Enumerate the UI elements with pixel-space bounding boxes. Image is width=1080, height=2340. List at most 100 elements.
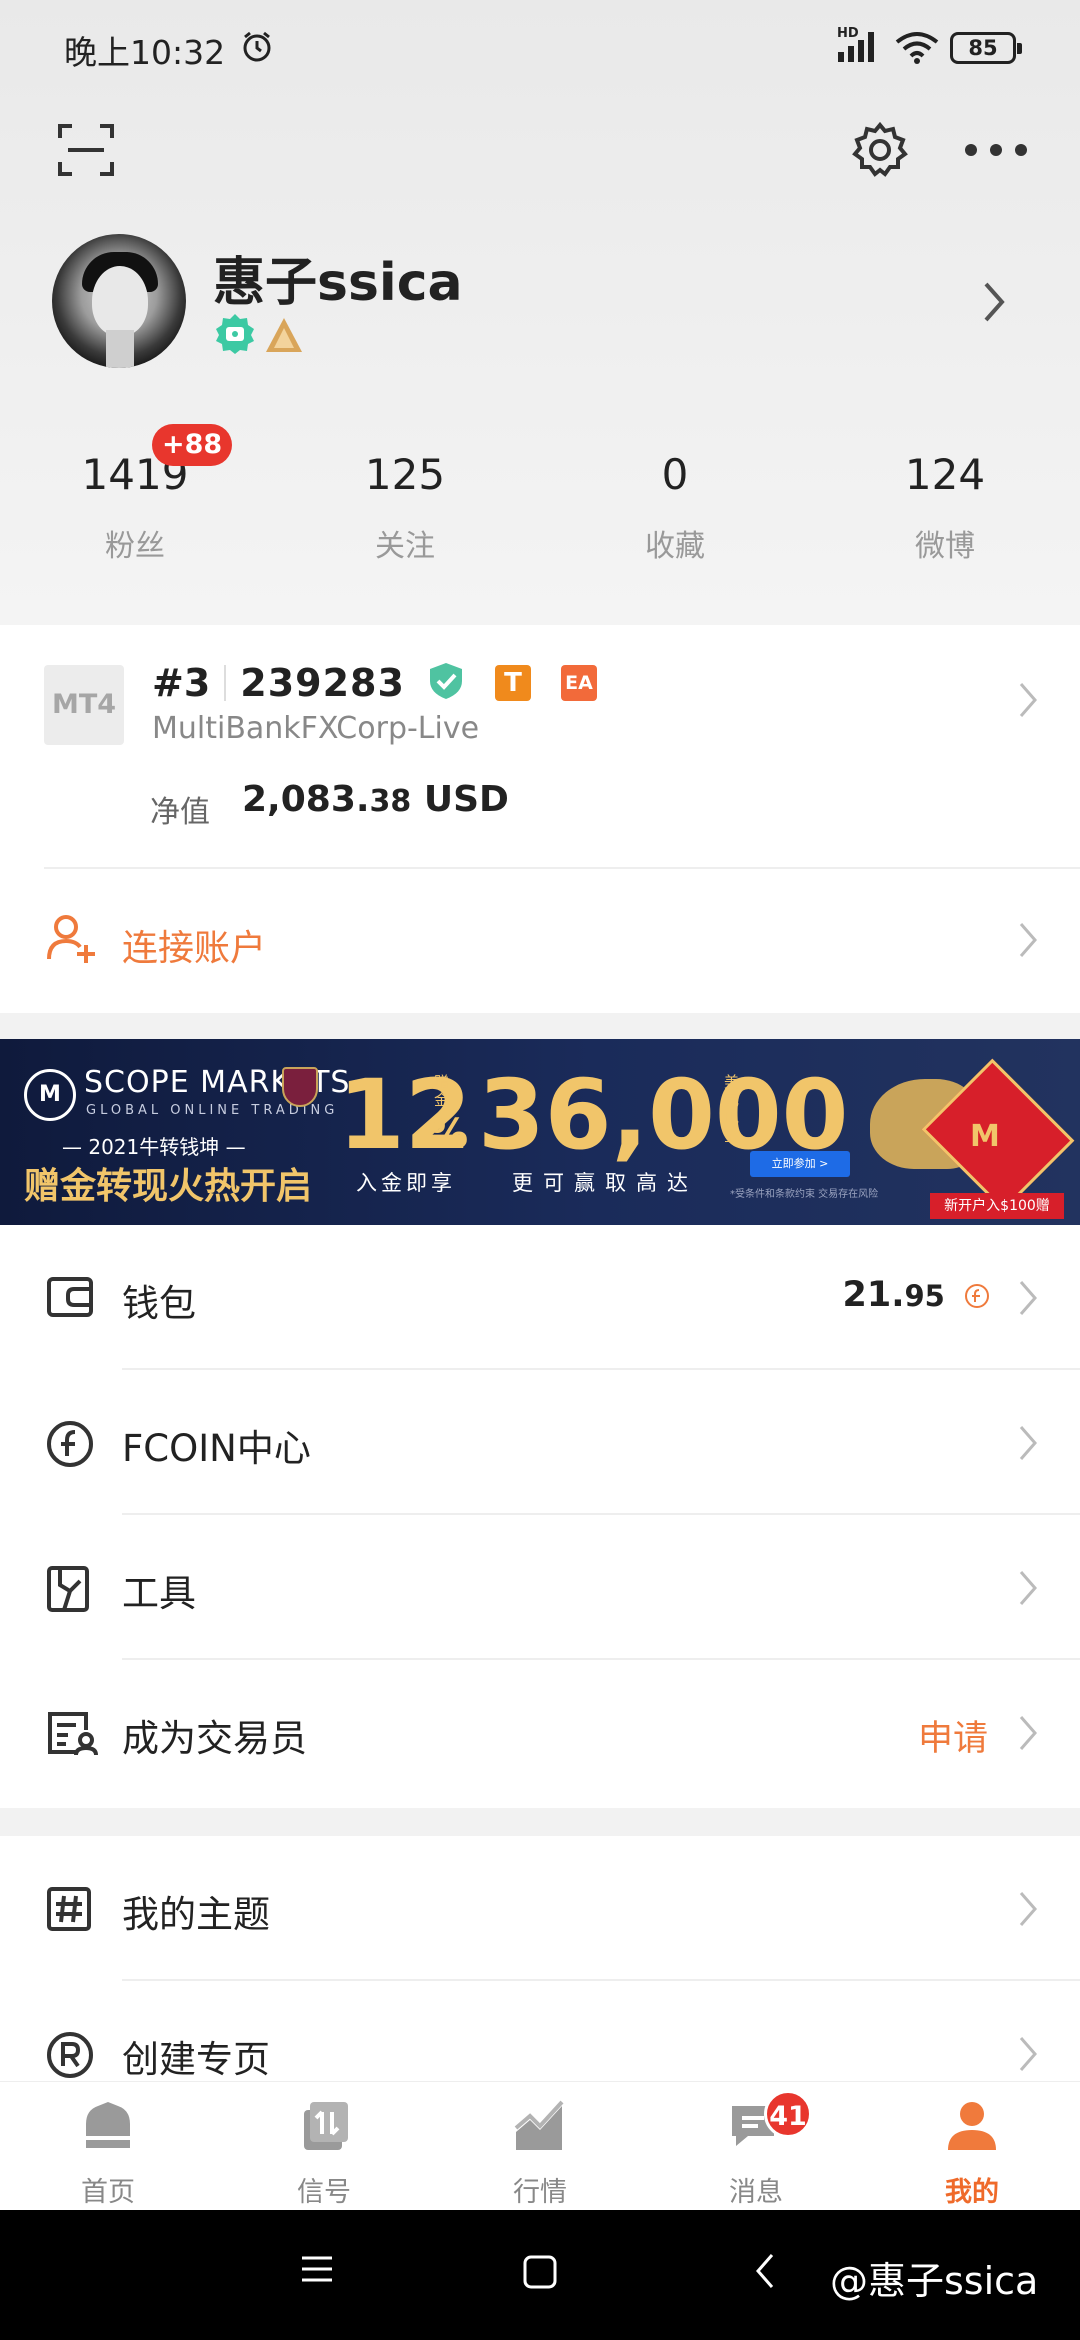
banner-amount: 36,000 <box>478 1059 849 1171</box>
stat-label: 微博 <box>915 529 975 564</box>
avatar[interactable] <box>52 234 186 368</box>
watermark: @惠子ssica <box>830 2259 1039 2303</box>
menu-item-fcoin[interactable]: FCOIN中心 <box>0 1370 1080 1515</box>
menu-label: 创建专页 <box>122 2038 270 2081</box>
menu-item-become-trader[interactable]: 成为交易员 申请 <box>0 1660 1080 1805</box>
chevron-right-icon <box>1018 1569 1038 1611</box>
signal-icon <box>296 2098 352 2158</box>
alarm-icon <box>240 30 274 68</box>
recent-apps-icon[interactable] <box>300 2254 334 2288</box>
tab-profile[interactable]: 我的 <box>864 2082 1080 2211</box>
more-options-icon[interactable] <box>960 118 1032 182</box>
profile-stats: 1419 粉丝 +88 125 关注 0 收藏 124 微博 <box>0 424 1080 590</box>
level-badge-icon[interactable] <box>264 316 304 358</box>
status-time: 晚上10:32 <box>64 33 226 72</box>
fcoin-small-icon <box>965 1284 989 1308</box>
chevron-right-icon <box>1018 1424 1038 1466</box>
status-bar: 晚上10:32 HD 85 <box>0 0 1080 96</box>
stat-followers[interactable]: 1419 粉丝 +88 <box>0 424 270 565</box>
menu-group-secondary: 我的主题 创建专页 <box>0 1836 1080 2081</box>
chevron-right-icon <box>1018 1890 1038 1932</box>
menu-label: 成为交易员 <box>122 1717 307 1760</box>
platform-logo: MT4 <box>44 665 124 745</box>
menu-item-my-topics[interactable]: 我的主题 <box>0 1836 1080 1981</box>
banner-cta-button[interactable]: 立即参加 > <box>750 1151 850 1177</box>
tab-label: 我的 <box>945 2177 999 2208</box>
scan-icon[interactable] <box>54 118 118 182</box>
stat-value: 125 <box>364 450 446 499</box>
verified-shield-icon <box>427 661 465 705</box>
profile-chevron-icon[interactable] <box>982 280 1006 328</box>
menu-item-tools[interactable]: 工具 <box>0 1515 1080 1660</box>
tab-label: 消息 <box>729 2177 783 2208</box>
new-followers-badge: +88 <box>152 424 233 466</box>
banner-percent-caption: 入金即享 <box>356 1171 456 1195</box>
banner-amount-caption: 更可赢取高达 <box>512 1171 698 1195</box>
net-value-currency: USD <box>411 779 509 820</box>
stat-posts[interactable]: 124 微博 <box>810 450 1080 565</box>
wallet-balance: 21.95 <box>842 1275 990 1315</box>
fcoin-icon <box>46 1420 94 1472</box>
chevron-right-icon <box>1018 921 1038 963</box>
tab-messages[interactable]: 41 消息 <box>648 2082 864 2211</box>
home-icon <box>80 2098 136 2158</box>
divider <box>224 665 227 701</box>
account-title-line[interactable]: #3 239283 T EA <box>152 661 597 705</box>
apply-link[interactable]: 申请 <box>918 1710 988 1761</box>
chevron-right-icon <box>1018 2035 1038 2077</box>
banner-disclaimer: *受条件和条款约束 交易存在风险 <box>730 1189 879 1200</box>
menu-item-wallet[interactable]: 钱包 21.95 <box>0 1225 1080 1370</box>
home-button-icon[interactable] <box>522 2254 558 2294</box>
net-value-main: 2,083. <box>242 779 370 820</box>
red-envelope-logo: M <box>970 1119 1000 1154</box>
hashtag-icon <box>46 1886 92 1936</box>
account-rank: #3 <box>152 661 211 705</box>
tab-label: 首页 <box>81 2177 135 2208</box>
account-number: 239283 <box>240 661 405 705</box>
stat-following[interactable]: 125 关注 <box>270 450 540 565</box>
banner-percent-sign: % <box>428 1111 469 1157</box>
net-value-decimal: 38 <box>369 784 412 819</box>
system-navigation-bar: @惠子ssica <box>0 2210 1080 2340</box>
broker-server: MultiBankFXCorp-Live <box>152 711 480 746</box>
stat-label: 关注 <box>375 529 435 564</box>
add-user-icon <box>46 913 98 969</box>
banner-headline: 赠金转现火热开启 <box>24 1166 313 1207</box>
menu-label: 钱包 <box>122 1282 196 1325</box>
banner-tagline: — 2021牛转钱坤 — <box>62 1135 246 1159</box>
username[interactable]: 惠子ssica <box>213 240 463 315</box>
profile-icon <box>944 2098 1000 2158</box>
stat-value: 124 <box>904 450 986 499</box>
menu-item-create-page[interactable]: 创建专页 <box>0 1981 1080 2081</box>
settings-gear-icon[interactable] <box>848 118 912 182</box>
stat-label: 粉丝 <box>105 529 165 564</box>
menu-label: 我的主题 <box>122 1893 270 1936</box>
verified-badge-icon[interactable] <box>213 312 257 360</box>
promo-banner[interactable]: M SCOPE MARKETS GLOBAL ONLINE TRADING — … <box>0 1039 1080 1225</box>
tag-trader: T <box>494 665 531 701</box>
chevron-right-icon <box>1018 1714 1038 1756</box>
net-value: 2,083.38 USD <box>242 779 509 820</box>
tools-icon <box>46 1565 90 1617</box>
tab-home[interactable]: 首页 <box>0 2082 216 2211</box>
club-crest-icon <box>282 1067 318 1107</box>
trading-account-card: MT4 #3 239283 T EA MultiBankFXCorp-Live … <box>0 625 1080 1013</box>
brand-logo: M <box>24 1069 76 1121</box>
registered-icon <box>46 2031 94 2081</box>
banner-ribbon: 新开户入$100赠$100 <box>930 1193 1064 1225</box>
back-icon[interactable] <box>754 2252 776 2294</box>
account-chevron-icon[interactable] <box>1018 681 1038 723</box>
tab-signal[interactable]: 信号 <box>216 2082 432 2211</box>
menu-group-main: 钱包 21.95 FCOIN中心 工具 成为交易员 申请 <box>0 1225 1080 1808</box>
stat-label: 收藏 <box>645 529 705 564</box>
trader-id-icon <box>46 1710 98 1760</box>
tab-label: 信号 <box>297 2177 351 2208</box>
banner-gift-label: 赠金 <box>434 1073 450 1109</box>
connect-account-row[interactable]: 连接账户 <box>0 869 1080 1013</box>
tab-market[interactable]: 行情 <box>432 2082 648 2211</box>
stat-favorites[interactable]: 0 收藏 <box>540 450 810 565</box>
menu-label: FCOIN中心 <box>122 1427 311 1470</box>
connect-account-label: 连接账户 <box>122 928 267 969</box>
wallet-balance-main: 21. <box>842 1275 905 1315</box>
net-value-label: 净值 <box>150 795 210 830</box>
